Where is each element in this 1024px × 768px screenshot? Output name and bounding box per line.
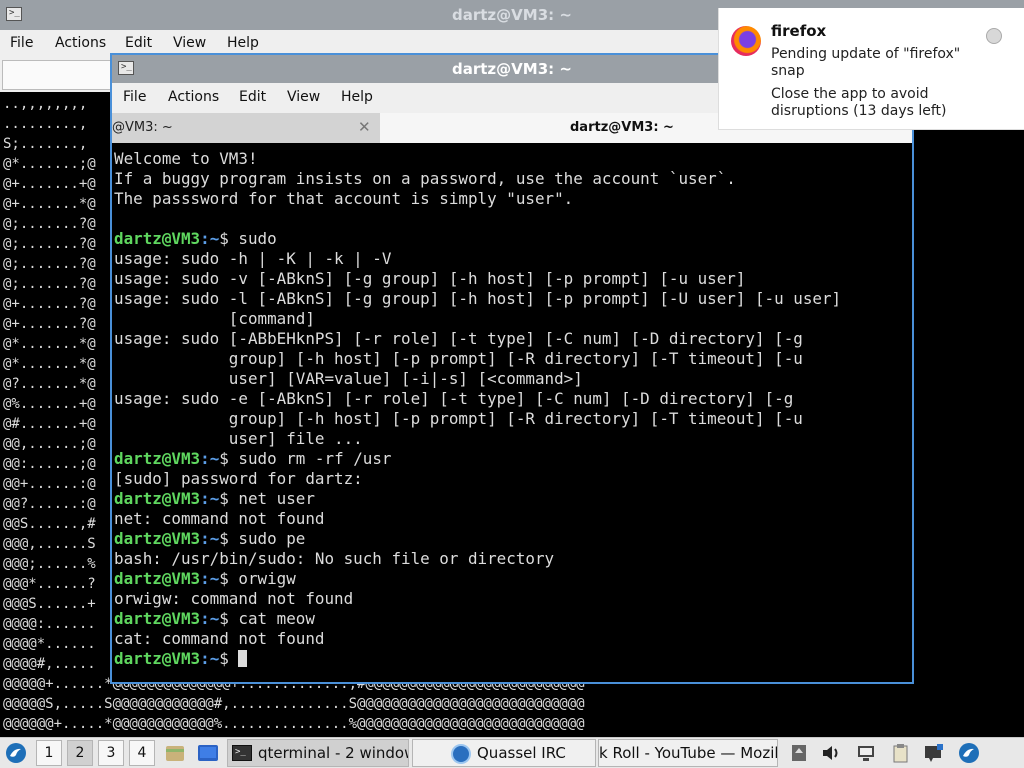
task-label: Quassel IRC — [477, 744, 566, 762]
menu-help[interactable]: Help — [341, 89, 373, 105]
front-terminal-window[interactable]: >_ dartz@VM3: ~ File Actions Edit View H… — [110, 53, 914, 684]
menu-actions[interactable]: Actions — [55, 35, 106, 51]
prompt-user: dartz@VM3 — [114, 449, 201, 468]
prompt-user: dartz@VM3 — [114, 649, 201, 668]
workspace-1[interactable]: 1 — [36, 740, 62, 766]
firefox-icon — [731, 26, 761, 56]
terminal-output-line: user] [VAR=value] [-i|-s] [<command>] — [114, 369, 583, 388]
tab-2-label: dartz@VM3: ~ — [570, 120, 674, 135]
terminal-command-line: dartz@VM3:~$ cat meow — [114, 609, 315, 628]
command-text: $ sudo pe — [219, 529, 306, 548]
task-label: k Roll - YouTube — Mozilla — [599, 744, 778, 762]
menu-edit[interactable]: Edit — [239, 89, 266, 105]
workspace-3[interactable]: 3 — [98, 740, 124, 766]
notification-icon[interactable] — [922, 742, 944, 764]
back-window-tab[interactable] — [2, 60, 112, 90]
prompt-path: ~ — [209, 649, 220, 668]
menu-file[interactable]: File — [10, 35, 33, 51]
back-window-tabbar — [0, 58, 112, 92]
menu-help[interactable]: Help — [227, 35, 259, 51]
show-desktop-icon[interactable] — [197, 742, 219, 764]
terminal-output-line: usage: sudo -h | -K | -k | -V — [114, 249, 392, 268]
close-icon[interactable] — [986, 28, 1002, 44]
terminal-output-line: usage: sudo [-ABbEHknPS] [-r role] [-t t… — [114, 329, 803, 348]
notification-detail: Close the app to avoid disruptions (13 d… — [771, 86, 947, 119]
taskbar: 1 2 3 4 >_ qterminal - 2 windows Quassel… — [0, 737, 1024, 768]
prompt-user: dartz@VM3 — [114, 609, 201, 628]
terminal-icon: >_ — [118, 61, 134, 75]
file-manager-icon[interactable] — [164, 742, 186, 764]
terminal-output[interactable]: Welcome to VM3! If a buggy program insist… — [112, 143, 912, 682]
close-icon[interactable]: ✕ — [358, 118, 371, 136]
terminal-icon: >_ — [6, 7, 22, 21]
command-text: $ — [219, 649, 239, 668]
start-menu-icon[interactable] — [5, 742, 27, 764]
terminal-command-line: dartz@VM3:~$ sudo pe — [114, 529, 306, 548]
terminal-output-line: The passsword for that account is simply… — [114, 189, 574, 208]
terminal-output-line: usage: sudo -l [-ABknS] [-g group] [-h h… — [114, 289, 842, 308]
prompt-path: ~ — [209, 569, 220, 588]
terminal-command-line: dartz@VM3:~$ sudo — [114, 229, 277, 248]
menu-edit[interactable]: Edit — [125, 35, 152, 51]
tab-1-label: @VM3: ~ — [112, 120, 173, 135]
terminal-text: Welcome to VM3! If a buggy program insist… — [114, 149, 841, 669]
text-cursor — [238, 650, 248, 667]
terminal-output-line: usage: sudo -v [-ABknS] [-g group] [-h h… — [114, 269, 746, 288]
prompt-path: ~ — [209, 229, 220, 248]
command-text: $ orwigw — [219, 569, 296, 588]
workspace-4[interactable]: 4 — [129, 740, 155, 766]
terminal-command-line: dartz@VM3:~$ — [114, 649, 841, 669]
menu-file[interactable]: File — [123, 89, 146, 105]
terminal-command-line: dartz@VM3:~$ sudo rm -rf /usr — [114, 449, 392, 468]
task-qterminal[interactable]: >_ qterminal - 2 windows — [227, 739, 409, 767]
prompt-user: dartz@VM3 — [114, 529, 201, 548]
terminal-output-line: group] [-h host] [-p prompt] [-R directo… — [114, 349, 803, 368]
volume-icon[interactable] — [820, 742, 842, 764]
front-window-title: dartz@VM3: ~ — [452, 60, 572, 78]
prompt-path: ~ — [209, 489, 220, 508]
quassel-icon — [451, 744, 471, 764]
clipboard-icon[interactable] — [889, 742, 911, 764]
terminal-output-line: If a buggy program insists on a password… — [114, 169, 736, 188]
terminal-command-line: dartz@VM3:~$ orwigw — [114, 569, 296, 588]
prompt-user: dartz@VM3 — [114, 489, 201, 508]
prompt-path: ~ — [209, 529, 220, 548]
terminal-command-line: dartz@VM3:~$ net user — [114, 489, 315, 508]
workspace-2[interactable]: 2 — [67, 740, 93, 766]
command-text: $ sudo — [219, 229, 277, 248]
notification-title: firefox — [771, 22, 827, 40]
terminal-icon: >_ — [232, 745, 252, 761]
menu-view[interactable]: View — [173, 35, 206, 51]
network-icon[interactable] — [855, 742, 877, 764]
prompt-path: ~ — [209, 609, 220, 628]
task-firefox[interactable]: k Roll - YouTube — Mozilla — [598, 739, 778, 767]
menu-view[interactable]: View — [287, 89, 320, 105]
prompt-user: dartz@VM3 — [114, 229, 201, 248]
terminal-output-line: [sudo] password for dartz: — [114, 469, 363, 488]
command-text: $ net user — [219, 489, 315, 508]
terminal-output-line: orwigw: command not found — [114, 589, 354, 608]
menu-actions[interactable]: Actions — [168, 89, 219, 105]
notification-popup[interactable]: firefox Pending update of "firefox" snap… — [718, 8, 1024, 130]
task-label: qterminal - 2 windows — [258, 744, 409, 762]
terminal-output-line: [command] — [114, 309, 315, 328]
terminal-output-line: net: command not found — [114, 509, 325, 528]
terminal-output-line: usage: sudo -e [-ABknS] [-r role] [-t ty… — [114, 389, 794, 408]
prompt-path: ~ — [209, 449, 220, 468]
terminal-output-line: bash: /usr/bin/sudo: No such file or dir… — [114, 549, 555, 568]
back-window-title: dartz@VM3: ~ — [452, 6, 572, 24]
keyboard-layout-icon[interactable] — [788, 742, 810, 764]
notification-message: Pending update of "firefox" snap — [771, 46, 961, 79]
command-text: $ cat meow — [219, 609, 315, 628]
command-text: $ sudo rm -rf /usr — [219, 449, 392, 468]
task-quassel[interactable]: Quassel IRC — [412, 739, 596, 767]
prompt-user: dartz@VM3 — [114, 569, 201, 588]
terminal-output-line: Welcome to VM3! — [114, 149, 258, 168]
session-icon[interactable] — [958, 742, 980, 764]
terminal-output-line: cat: command not found — [114, 629, 325, 648]
terminal-output-line: user] file ... — [114, 429, 363, 448]
terminal-output-line: group] [-h host] [-p prompt] [-R directo… — [114, 409, 803, 428]
tab-1[interactable]: @VM3: ~ ✕ — [112, 113, 380, 143]
